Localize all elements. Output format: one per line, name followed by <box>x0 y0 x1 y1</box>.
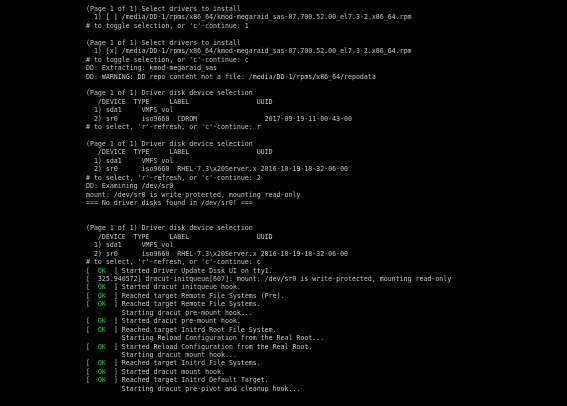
status-bracket-open: [ <box>86 376 98 385</box>
status-bracket-open: [ <box>86 367 98 376</box>
ok-status-badge: OK <box>97 325 106 334</box>
status-message: ] Reached target Remote File Systems. <box>105 300 261 309</box>
ok-status-badge: OK <box>97 266 106 275</box>
ok-status-badge: OK <box>97 283 106 292</box>
terminal-line: /DEVICE TYPE LABEL UUID <box>86 148 273 157</box>
ok-status-badge: OK <box>97 367 106 376</box>
terminal-line: # to select, 'r'-refresh, or 'c'-continu… <box>86 173 261 182</box>
status-line: [ OK ] Reached target Remote File System… <box>86 292 556 300</box>
status-message: ] Started dracut initqueue hook. <box>105 283 241 292</box>
terminal-line: /DEVICE TYPE LABEL UUID <box>86 232 273 241</box>
terminal-line: 2) sr0 iso9660 RHEL-7.3\x20Server.x 2016… <box>86 165 349 174</box>
console-screen: (Page 1 of 1) Select drivers to install … <box>0 0 567 406</box>
terminal-line: # to toggle selection, or 'c'-continue: … <box>86 55 249 64</box>
status-line: [ OK ] Reached target Initrd File System… <box>86 359 556 367</box>
terminal-line: (Page 1 of 1) Select drivers to install <box>86 38 241 47</box>
terminal-line: [ 325.940572] dracut-initqueue[607]: mou… <box>86 275 452 283</box>
terminal-line: 2) sr0 iso9660 RHEL-7.3\x20Server.x 2016… <box>86 249 349 258</box>
status-line: [ OK ] Started dracut mount hook. <box>86 368 556 376</box>
terminal-line: 2) sr0 iso9660 CDROM 2017-09-19-11-00-43… <box>86 114 352 123</box>
status-bracket-open: [ <box>86 266 98 275</box>
terminal-line: === No driver disks found in /dev/sr0! =… <box>86 199 253 208</box>
status-bracket-open: [ <box>86 283 98 292</box>
ok-status-badge: OK <box>97 376 106 385</box>
status-line: [ OK ] Started Reload Configuration from… <box>86 343 556 351</box>
status-bracket-open: [ <box>86 342 98 351</box>
status-line: [ OK ] Reached target Initrd Root File S… <box>86 326 556 334</box>
terminal-line: Starting dracut pre-mount hook... <box>86 308 253 317</box>
status-message: ] Started Driver Update Disk UI on tty1. <box>105 266 273 275</box>
status-bracket-open: [ <box>86 300 98 309</box>
status-line: [ OK ] Started dracut pre-mount hook. <box>86 317 556 325</box>
terminal-line: # to toggle selection, or 'c'-continue: … <box>86 21 249 30</box>
terminal-line: (Page 1 of 1) Select drivers to install <box>86 5 241 13</box>
status-bracket-open: [ <box>86 325 98 334</box>
terminal-line: 1) [x] /media/DD-1/rpms/x86_64/kmod-mega… <box>86 47 412 56</box>
terminal-line: Starting dracut mount hook... <box>86 350 237 359</box>
status-bracket-open: [ <box>86 317 98 326</box>
status-bracket-open: [ <box>86 359 98 368</box>
status-message: ] Started dracut mount hook. <box>105 367 225 376</box>
status-message: ] Started Reload Configuration from the … <box>105 342 313 351</box>
terminal-line: Starting Reload Configuration from the R… <box>86 334 325 343</box>
terminal-output: (Page 1 of 1) Select drivers to install … <box>86 5 556 393</box>
terminal-line: 1) sda1 VMFS_vol <box>86 106 174 115</box>
status-line: [ OK ] Started dracut initqueue hook. <box>86 283 556 291</box>
terminal-line: /DEVICE TYPE LABEL UUID <box>86 97 273 106</box>
ok-status-badge: OK <box>97 317 106 326</box>
terminal-line: DD: WARNING: DD repo content not a file:… <box>86 72 376 81</box>
terminal-line: 1) sda1 VMFS_vol <box>86 156 174 165</box>
terminal-line: DD: Examining /dev/sr0 <box>86 182 174 191</box>
terminal-line: DD: Extracting: kmod-megaraid_sas <box>86 64 218 73</box>
terminal-line: # to select, 'r'-refresh, or 'c'-continu… <box>86 258 261 267</box>
status-line: [ OK ] Reached target Remote File System… <box>86 300 556 308</box>
terminal-line: Starting dracut pre-pivot and cleanup ho… <box>86 384 301 393</box>
status-message: ] Started dracut pre-mount hook. <box>105 317 241 326</box>
status-message: ] Reached target Initrd Default Target. <box>105 376 269 385</box>
terminal-line: # to select, 'r'-refresh, or 'c'-continu… <box>86 123 261 132</box>
status-message: ] Reached target Remote File Systems (Pr… <box>105 291 285 300</box>
status-bracket-open: [ <box>86 291 98 300</box>
terminal-line: 1) sda1 VMFS_vol <box>86 241 174 250</box>
status-line: [ OK ] Reached target Initrd Default Tar… <box>86 376 556 384</box>
ok-status-badge: OK <box>97 300 106 309</box>
ok-status-badge: OK <box>97 342 106 351</box>
status-message: ] Reached target Initrd Root File System… <box>105 325 277 334</box>
terminal-line: (Page 1 of 1) Driver disk device selecti… <box>86 224 253 233</box>
terminal-line: (Page 1 of 1) Driver disk device selecti… <box>86 89 253 98</box>
status-line: [ OK ] Started Driver Update Disk UI on … <box>86 267 556 275</box>
terminal-line: (Page 1 of 1) Driver disk device selecti… <box>86 140 253 148</box>
status-message: ] Reached target Initrd File Systems. <box>105 359 261 368</box>
terminal-line: mount: /dev/sr0 is write-protected, moun… <box>86 190 301 199</box>
terminal-line: 1) [ ] /media/DD-1/rpms/x86_64/kmod-mega… <box>86 13 412 22</box>
ok-status-badge: OK <box>97 291 106 300</box>
ok-status-badge: OK <box>97 359 106 368</box>
